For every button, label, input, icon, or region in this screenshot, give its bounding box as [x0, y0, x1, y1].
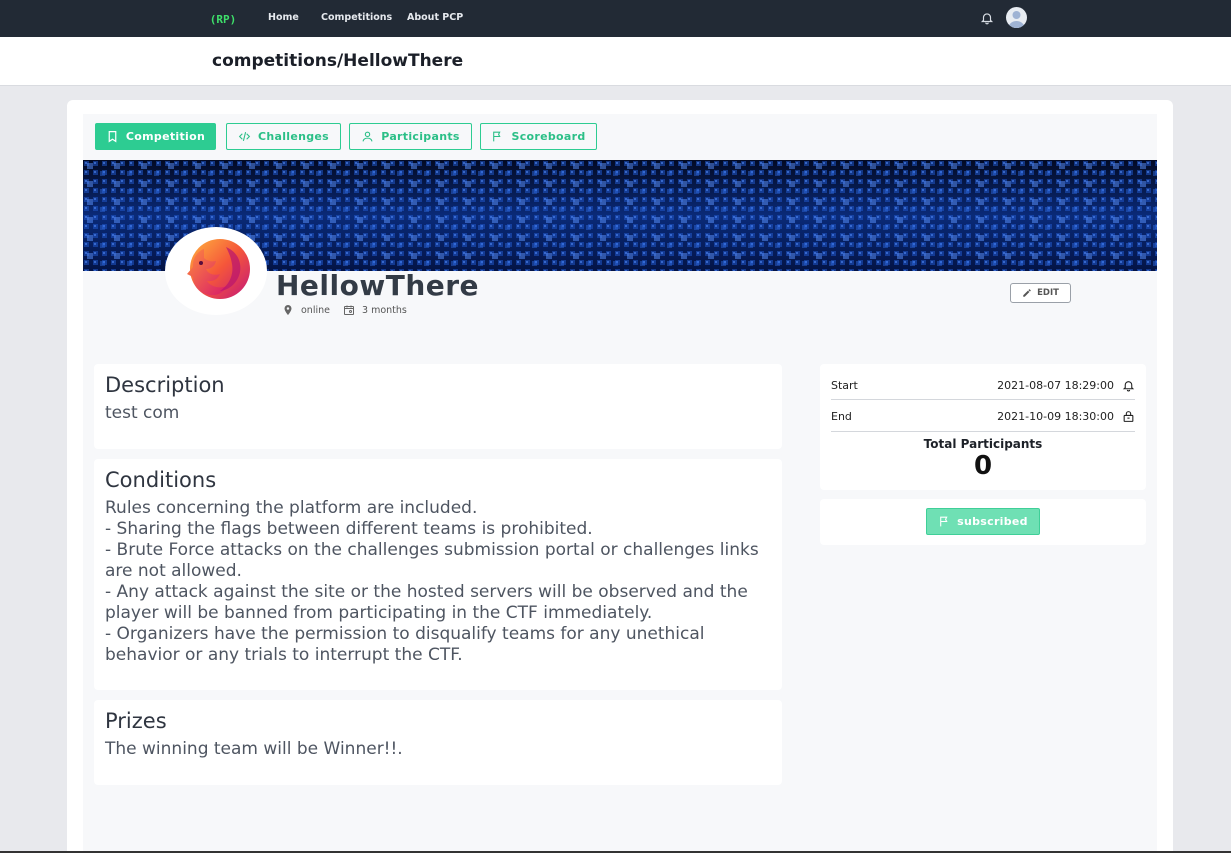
description-section: Description test com — [94, 364, 782, 449]
pencil-icon — [1023, 289, 1031, 297]
total-participants-value: 0 — [973, 451, 993, 481]
edit-button-label: EDIT — [1037, 288, 1059, 298]
lion-logo-icon — [187, 239, 250, 299]
subscribe-card: subscribed — [820, 499, 1146, 545]
description-body: test com — [105, 403, 180, 423]
tab-scoreboard[interactable]: Scoreboard — [480, 123, 597, 150]
bell-icon — [1122, 381, 1135, 392]
logo[interactable]: (RP) — [210, 10, 236, 27]
conditions-body: Rules concerning the platform are includ… — [105, 498, 759, 665]
main-card: Competition Challenges Participants Scor… — [67, 100, 1173, 853]
prizes-body: The winning team will be Winner!!. — [105, 739, 403, 759]
duration-text: 3 months — [362, 304, 407, 316]
duration-meta: 3 months — [343, 304, 407, 316]
divider — [831, 399, 1135, 400]
flag-icon — [493, 131, 502, 142]
location-pin-icon — [284, 305, 292, 315]
nav-about-link[interactable]: About PCP — [407, 12, 463, 23]
edit-button[interactable]: EDIT — [1010, 283, 1071, 303]
tab-scoreboard-label: Scoreboard — [511, 130, 586, 143]
nav-home-link[interactable]: Home — [268, 12, 299, 23]
prizes-section: Prizes The winning team will be Winner!!… — [94, 700, 782, 785]
divider — [831, 431, 1135, 432]
description-title: Description — [105, 373, 225, 397]
notification-bell-icon[interactable] — [980, 11, 994, 25]
conditions-section: Conditions Rules concerning the platform… — [94, 459, 782, 690]
location-text: online — [301, 304, 330, 316]
end-value: 2021-10-09 18:30:00 — [997, 410, 1114, 423]
flag-icon — [940, 516, 948, 527]
start-label: Start — [831, 379, 858, 392]
user-avatar[interactable] — [1006, 7, 1027, 28]
user-icon — [362, 131, 373, 142]
tab-competition-label: Competition — [125, 130, 206, 143]
bookmark-icon — [108, 131, 117, 143]
tab-challenges[interactable]: Challenges — [226, 123, 341, 150]
tab-participants-label: Participants — [381, 130, 460, 143]
total-participants-label: Total Participants — [923, 437, 1043, 451]
subscribed-button[interactable]: subscribed — [926, 508, 1040, 535]
competition-panel: Competition Challenges Participants Scor… — [83, 114, 1157, 853]
page-title: competitions/HellowThere — [212, 51, 464, 71]
start-value: 2021-08-07 18:29:00 — [997, 379, 1114, 392]
top-navbar: (RP) Home Competitions About PCP — [0, 0, 1231, 37]
calendar-icon — [344, 305, 354, 315]
competition-name: HellowThere — [276, 269, 480, 302]
lock-icon — [1123, 411, 1134, 422]
subscribed-label: subscribed — [957, 515, 1028, 528]
tab-participants[interactable]: Participants — [349, 123, 472, 150]
end-label: End — [831, 410, 852, 423]
nav-competitions-link[interactable]: Competitions — [321, 12, 392, 23]
user-avatar-icon — [1008, 11, 1025, 28]
location-meta: online — [282, 304, 330, 316]
competition-logo — [165, 227, 267, 315]
end-row: End 2021-10-09 18:30:00 — [831, 401, 1135, 432]
code-icon — [238, 132, 251, 141]
conditions-title: Conditions — [105, 468, 217, 492]
schedule-card: Start 2021-08-07 18:29:00 End 2021-10-09… — [820, 364, 1146, 490]
tab-challenges-label: Challenges — [257, 130, 330, 143]
tab-competition[interactable]: Competition — [95, 123, 216, 150]
page-header: competitions/HellowThere — [0, 37, 1231, 86]
svg-text:(RP): (RP) — [210, 13, 236, 26]
start-row: Start 2021-08-07 18:29:00 — [831, 370, 1135, 401]
prizes-title: Prizes — [105, 709, 167, 733]
